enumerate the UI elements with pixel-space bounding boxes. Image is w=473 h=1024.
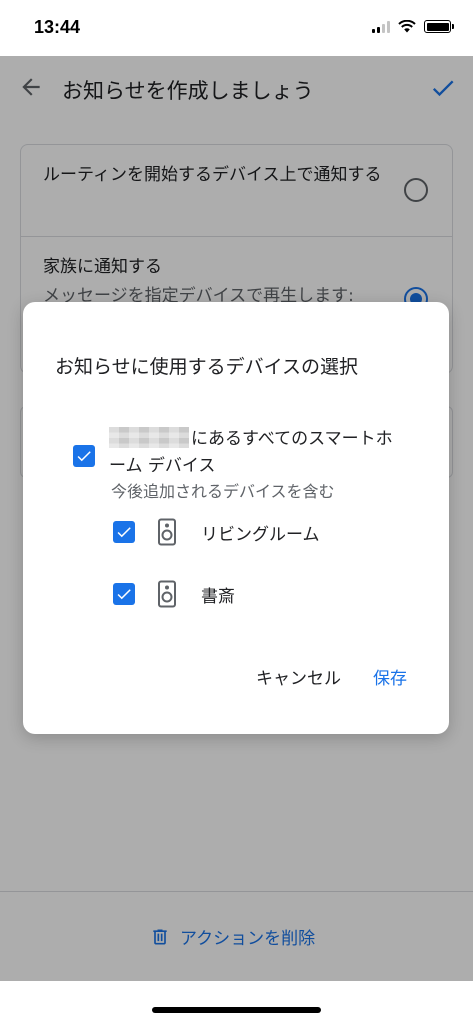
status-bar: 13:44: [0, 0, 473, 56]
dialog-title: お知らせに使用するデバイスの選択: [55, 356, 359, 378]
device-label: 書斎: [201, 587, 235, 607]
redacted-home-name: [109, 427, 189, 448]
device-row-living-room[interactable]: リビングルーム: [113, 517, 413, 547]
speaker-icon: [158, 580, 176, 608]
device-checkbox[interactable]: [113, 521, 135, 543]
device-label: リビングルーム: [201, 525, 320, 545]
home-indicator[interactable]: [152, 1007, 321, 1013]
home-indicator-area: [0, 981, 473, 1024]
save-button[interactable]: 保存: [373, 664, 407, 689]
cancel-button[interactable]: キャンセル: [256, 664, 341, 689]
cellular-signal-icon: [372, 20, 390, 33]
all-devices-checkbox[interactable]: [73, 445, 95, 467]
battery-icon: [424, 20, 454, 33]
checkmark-icon: [77, 451, 91, 462]
checkmark-icon: [117, 527, 131, 538]
device-checkbox[interactable]: [113, 583, 135, 605]
status-time: 13:44: [34, 17, 81, 37]
dialog-actions: キャンセル 保存: [256, 664, 407, 689]
speaker-icon: [158, 518, 176, 546]
status-icons: [372, 20, 454, 33]
wifi-icon: [398, 20, 416, 33]
device-row-study[interactable]: 書斎: [113, 579, 413, 609]
device-select-dialog: お知らせに使用するデバイスの選択 にあるすべてのスマートホーム デバイス 今後追…: [23, 302, 449, 734]
all-devices-label-wrap: にあるすべてのスマートホーム デバイス: [109, 426, 399, 480]
all-devices-sublabel: 今後追加されるデバイスを含む: [111, 482, 335, 501]
checkmark-icon: [117, 589, 131, 600]
